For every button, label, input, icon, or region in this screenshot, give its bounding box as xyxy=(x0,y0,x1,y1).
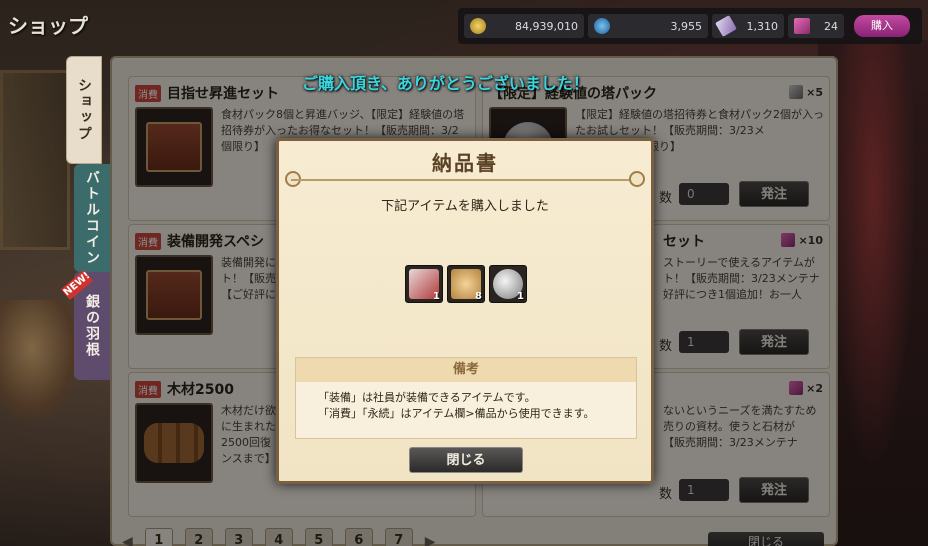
ticket-icon xyxy=(794,18,810,34)
item-count: 1 xyxy=(433,291,440,302)
ornament-icon xyxy=(629,171,645,187)
title-divider xyxy=(291,179,639,181)
food-pack-icon: 8 xyxy=(447,265,485,303)
feather-icon xyxy=(715,15,737,37)
purchased-items: 1 8 1 xyxy=(405,265,527,303)
silver-badge-icon: 1 xyxy=(489,265,527,303)
buy-button[interactable]: 購入 xyxy=(854,15,910,37)
dialog-message: 下記アイテムを購入しました xyxy=(381,199,549,214)
coin-icon xyxy=(470,18,486,34)
item-count: 1 xyxy=(517,291,524,302)
currency-tickets: 24 xyxy=(788,14,844,38)
dialog-title: 納品書 xyxy=(432,151,498,175)
tab-battle-coin[interactable]: バトルコイン xyxy=(74,164,110,272)
coin-value: 84,939,010 xyxy=(515,19,578,33)
close-button[interactable]: 閉じる xyxy=(409,447,523,473)
purchase-thanks-banner: ご購入頂き、ありがとうございました！ xyxy=(302,74,589,93)
remarks-line: 「装備」は社員が装備できるアイテムです。 xyxy=(318,391,536,404)
ticket-value: 24 xyxy=(824,19,838,33)
feather-value: 1,310 xyxy=(746,19,779,33)
currency-gems: 3,955 xyxy=(588,14,708,38)
ticket-item-icon: 1 xyxy=(405,265,443,303)
tab-shop[interactable]: ショップ xyxy=(66,56,102,164)
receipt-dialog: 納品書 下記アイテムを購入しました 1 8 1 備考 「装備」は社員が装備できる… xyxy=(276,138,654,484)
gem-value: 3,955 xyxy=(670,19,703,33)
currency-bar: 84,939,010 3,955 1,310 24 購入 xyxy=(458,8,922,44)
item-count: 8 xyxy=(475,291,482,302)
remarks-title: 備考 xyxy=(296,358,636,382)
page-title: ショップ xyxy=(8,14,88,38)
gem-icon xyxy=(594,18,610,34)
currency-coins: 84,939,010 xyxy=(464,14,584,38)
remarks-body: 「装備」は社員が装備できるアイテムです。 「消費」「永続」はアイテム欄>備品から… xyxy=(296,382,636,430)
remarks-box: 備考 「装備」は社員が装備できるアイテムです。 「消費」「永続」はアイテム欄>備… xyxy=(295,357,637,439)
remarks-line: 「消費」「永続」はアイテム欄>備品から使用できます。 xyxy=(318,407,595,420)
currency-feathers: 1,310 xyxy=(712,14,784,38)
